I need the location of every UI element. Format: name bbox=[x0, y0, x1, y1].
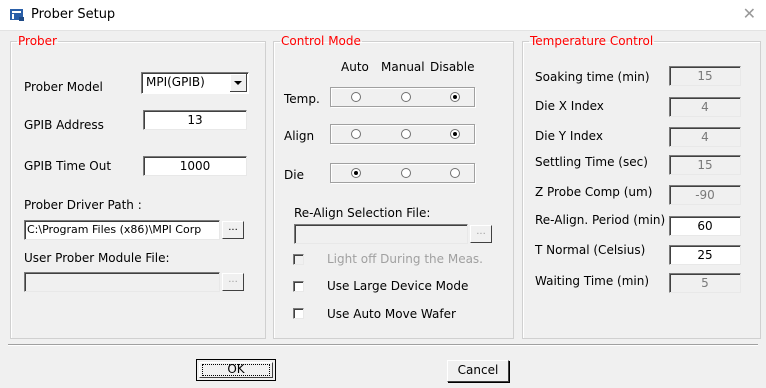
user-module-label: User Prober Module File: bbox=[24, 251, 170, 265]
col-manual-label: Manual bbox=[381, 60, 425, 74]
auto-move-checkbox[interactable] bbox=[293, 308, 304, 319]
temp-auto-radio[interactable] bbox=[351, 92, 361, 102]
die-manual-radio[interactable] bbox=[401, 168, 411, 178]
align-manual-radio[interactable] bbox=[401, 129, 411, 139]
die-auto-radio[interactable] bbox=[351, 168, 361, 178]
driver-path-label: Prober Driver Path : bbox=[24, 198, 142, 212]
light-off-checkbox[interactable] bbox=[293, 254, 304, 265]
realign-file-input[interactable] bbox=[294, 224, 468, 244]
die-x-index-input[interactable]: 4 bbox=[669, 97, 741, 117]
die-x-index-label: Die X Index bbox=[535, 99, 604, 113]
gpib-timeout-input[interactable]: 1000 bbox=[143, 156, 247, 176]
soaking-time-input[interactable]: 15 bbox=[669, 66, 741, 86]
user-module-browse-button[interactable]: ... bbox=[222, 273, 244, 291]
realign-period-input[interactable]: 60 bbox=[669, 216, 741, 236]
realign-period-label: Re-Align. Period (min) bbox=[535, 213, 666, 227]
driver-browse-button[interactable]: ... bbox=[222, 221, 244, 239]
temp-mode-label: Temp. bbox=[284, 92, 320, 106]
col-disable-label: Disable bbox=[430, 60, 475, 74]
gpib-address-input[interactable]: 13 bbox=[143, 110, 247, 130]
align-mode-label: Align bbox=[284, 129, 315, 143]
app-icon bbox=[10, 9, 24, 21]
soaking-time-label: Soaking time (min) bbox=[535, 70, 650, 84]
die-disable-radio[interactable] bbox=[450, 168, 460, 178]
dialog-body: Prober Prober Model MPI(GPIB) GPIB Addre… bbox=[0, 31, 766, 388]
auto-move-label: Use Auto Move Wafer bbox=[327, 307, 456, 321]
t-normal-input[interactable]: 25 bbox=[669, 245, 741, 265]
light-off-label: Light off During the Meas. bbox=[327, 252, 483, 266]
user-module-input[interactable] bbox=[24, 272, 220, 292]
realign-file-label: Re-Align Selection File: bbox=[294, 206, 431, 220]
align-disable-radio[interactable] bbox=[450, 129, 460, 139]
temp-disable-radio[interactable] bbox=[450, 92, 460, 102]
cancel-button-label: Cancel bbox=[457, 363, 499, 377]
settling-time-label: Settling Time (sec) bbox=[535, 155, 648, 169]
close-icon[interactable]: ✕ bbox=[743, 4, 756, 23]
t-normal-label: T Normal (Celsius) bbox=[535, 243, 646, 257]
settling-time-input[interactable]: 15 bbox=[669, 155, 741, 175]
large-device-checkbox[interactable] bbox=[293, 281, 304, 292]
die-mode-radio-group bbox=[330, 163, 475, 183]
cancel-button[interactable]: Cancel bbox=[447, 360, 509, 382]
title-bar: Prober Setup ✕ bbox=[0, 0, 766, 31]
ok-button[interactable]: OK bbox=[196, 359, 276, 381]
temp-mode-radio-group bbox=[330, 87, 475, 107]
waiting-time-label: Waiting Time (min) bbox=[535, 274, 650, 288]
col-auto-label: Auto bbox=[341, 60, 369, 74]
gpib-address-label: GPIB Address bbox=[24, 118, 104, 132]
waiting-time-input[interactable]: 5 bbox=[669, 273, 741, 293]
die-mode-label: Die bbox=[284, 168, 304, 182]
gpib-timeout-label: GPIB Time Out bbox=[24, 159, 112, 173]
realign-browse-button[interactable]: ... bbox=[470, 225, 492, 243]
prober-legend: Prober bbox=[18, 34, 57, 48]
driver-path-input[interactable]: C:\Program Files (x86)\MPI Corp bbox=[24, 220, 220, 240]
prober-model-select[interactable]: MPI(GPIB) bbox=[141, 72, 249, 94]
temp-manual-radio[interactable] bbox=[401, 92, 411, 102]
ok-button-label: OK bbox=[227, 362, 245, 376]
die-y-index-label: Die Y Index bbox=[535, 129, 603, 143]
z-probe-comp-input[interactable]: -90 bbox=[669, 185, 741, 205]
z-probe-comp-label: Z Probe Comp (um) bbox=[535, 185, 653, 199]
large-device-label: Use Large Device Mode bbox=[327, 279, 469, 293]
bottom-separator bbox=[8, 344, 758, 346]
align-auto-radio[interactable] bbox=[351, 129, 361, 139]
prober-model-value: MPI(GPIB) bbox=[146, 75, 205, 89]
control-mode-group: Control Mode bbox=[273, 35, 514, 339]
align-mode-radio-group bbox=[330, 124, 475, 144]
prober-model-label: Prober Model bbox=[24, 80, 103, 94]
die-y-index-input[interactable]: 4 bbox=[669, 127, 741, 147]
control-mode-legend: Control Mode bbox=[281, 34, 361, 48]
chevron-down-icon[interactable] bbox=[230, 74, 247, 92]
temperature-control-legend: Temperature Control bbox=[530, 34, 654, 48]
window-title: Prober Setup bbox=[31, 7, 116, 22]
